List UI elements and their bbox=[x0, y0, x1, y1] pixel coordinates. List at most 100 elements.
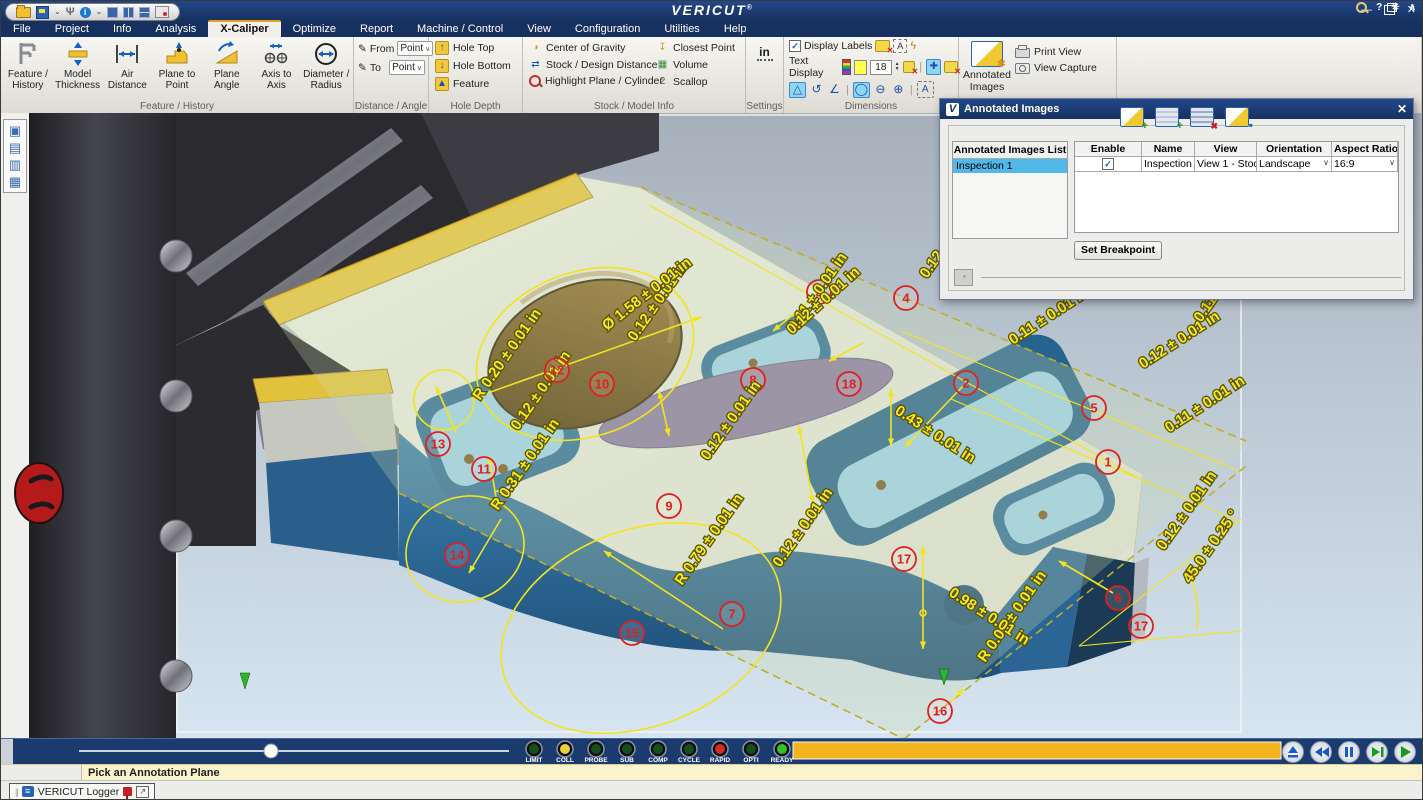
windows-icon[interactable]: ▣ bbox=[9, 124, 21, 137]
add-image-icon[interactable] bbox=[1120, 107, 1144, 127]
tab-optimize[interactable]: Optimize bbox=[281, 21, 348, 37]
ribbon-button-scallop[interactable]: 2Scallop bbox=[656, 75, 745, 88]
ribbon-button-air-distance[interactable]: AirDistance bbox=[102, 40, 152, 91]
vericut-logger-button[interactable]: || ≡ VERICUT Logger ↗ bbox=[9, 783, 155, 800]
pick-to-row[interactable]: ✎ To Point∨ bbox=[358, 60, 425, 75]
ribbon-button-model-thickness[interactable]: ModelThickness bbox=[53, 40, 103, 91]
preview-icon[interactable]: ◔ bbox=[954, 269, 973, 286]
list-item[interactable]: Inspection 1 bbox=[953, 159, 1067, 173]
text-color-strip[interactable] bbox=[842, 59, 850, 75]
collapse-ribbon-icon[interactable]: ∧ bbox=[1409, 2, 1416, 13]
to-type-select[interactable]: Point∨ bbox=[389, 60, 425, 75]
circle-dim-icon[interactable]: ◯ bbox=[853, 82, 870, 98]
svg-text:COMP: COMP bbox=[648, 757, 668, 764]
delete-labels-icon[interactable] bbox=[875, 40, 890, 52]
delete-dimension-icon[interactable] bbox=[944, 61, 958, 73]
view-capture-button[interactable]: View Capture bbox=[1015, 62, 1097, 74]
svg-text:17: 17 bbox=[1134, 619, 1148, 634]
eject-button[interactable] bbox=[1283, 742, 1304, 763]
ellipse-dim-icon[interactable]: ⊖ bbox=[873, 82, 888, 97]
ribbon-button-feature-history[interactable]: Feature /History bbox=[3, 40, 53, 91]
ribbon-button-feature[interactable]: ▲Feature bbox=[435, 77, 522, 91]
project-tree-icon[interactable]: ▤ bbox=[9, 141, 21, 154]
save-image-icon[interactable] bbox=[1225, 107, 1249, 127]
display-labels-checkbox[interactable]: ✓ bbox=[789, 40, 801, 52]
from-type-select[interactable]: Point∨ bbox=[397, 41, 433, 56]
ribbon-button-plane-angle[interactable]: PlaneAngle bbox=[202, 40, 252, 91]
open-external-icon[interactable]: ↗ bbox=[136, 786, 149, 798]
tab-utilities[interactable]: Utilities bbox=[652, 21, 711, 37]
annotated-images-button[interactable]: AnnotatedImages bbox=[959, 37, 1015, 93]
add-dimension-icon[interactable]: ✚ bbox=[926, 59, 941, 75]
ribbon-button-plane-to-point[interactable]: Plane toPoint bbox=[152, 40, 202, 91]
group-label: Stock / Model Info bbox=[523, 101, 745, 112]
play-button[interactable] bbox=[1395, 742, 1416, 763]
tab-configuration[interactable]: Configuration bbox=[563, 21, 652, 37]
viewport-mini-toolbar: ▣ ▤ ▥ ▦ bbox=[3, 119, 27, 193]
name-cell[interactable]: Inspection 1 V... bbox=[1142, 157, 1195, 172]
pause-button[interactable] bbox=[1339, 742, 1360, 763]
ribbon-button-volume[interactable]: ▦Volume bbox=[656, 58, 745, 71]
group-dimensions: ✓ Display Labels A ϟ Text Display 18 ▲▼ … bbox=[784, 37, 959, 113]
orientation-select[interactable]: Landscape∨ bbox=[1257, 157, 1332, 172]
tab-analysis[interactable]: Analysis bbox=[143, 21, 208, 37]
label-box-icon[interactable]: A bbox=[917, 81, 934, 98]
add-view-icon[interactable] bbox=[1155, 107, 1179, 127]
font-size-spinner[interactable]: ▲▼ bbox=[895, 62, 900, 72]
ribbon-button-closest-point[interactable]: ↧Closest Point bbox=[656, 41, 745, 54]
gear-icon[interactable]: ✳ bbox=[1391, 2, 1399, 13]
help-icon[interactable]: ? bbox=[1376, 2, 1382, 13]
ribbon-button-center-of-gravity[interactable]: ◑Center of Gravity bbox=[529, 41, 650, 54]
linear-dim-icon[interactable]: △ bbox=[789, 82, 806, 98]
table-row[interactable]: ✓ Inspection 1 V...View 1 - Stoc...Landsc… bbox=[1075, 157, 1398, 172]
pick-from-row[interactable]: ✎ From Point∨ bbox=[358, 41, 425, 56]
annotated-images-dialog[interactable]: V Annotated Images ✕ Annotated Images Li… bbox=[939, 98, 1414, 300]
search-icon[interactable] bbox=[1356, 2, 1367, 13]
font-size-input[interactable]: 18 bbox=[870, 60, 892, 75]
pin-icon[interactable] bbox=[123, 787, 132, 796]
report-icon[interactable]: ▥ bbox=[9, 158, 21, 171]
wand-icon[interactable]: ϟ bbox=[910, 40, 916, 52]
tab-project[interactable]: Project bbox=[43, 21, 101, 37]
plane-to-point-icon bbox=[152, 41, 202, 67]
auto-label-icon[interactable]: A bbox=[893, 39, 907, 53]
tab-x-caliper[interactable]: X-Caliper bbox=[208, 20, 280, 37]
ribbon-button-diameter-radius[interactable]: Diameter /Radius bbox=[301, 40, 351, 91]
led-cycle: CYCLE bbox=[678, 741, 701, 764]
angle-dim-icon[interactable]: ∠ bbox=[827, 82, 842, 97]
ribbon-button-axis-to-axis[interactable]: Axis toAxis bbox=[252, 40, 302, 91]
volume-icon: ▦ bbox=[656, 58, 669, 71]
tab-file[interactable]: File bbox=[1, 21, 43, 37]
enable-checkbox-cell[interactable]: ✓ bbox=[1075, 157, 1142, 172]
text-color-swatch[interactable] bbox=[854, 60, 868, 75]
aspect-ratio-select[interactable]: 16:9∨ bbox=[1332, 157, 1398, 172]
enable-checkbox[interactable]: ✓ bbox=[1102, 158, 1114, 170]
tab-report[interactable]: Report bbox=[348, 21, 405, 37]
tab-view[interactable]: View bbox=[515, 21, 563, 37]
label-settings-icon[interactable] bbox=[903, 61, 916, 73]
ribbon-button-stock-design-distance[interactable]: ⇄Stock / Design Distance bbox=[529, 58, 650, 71]
column-header: View bbox=[1195, 142, 1257, 157]
print-view-button[interactable]: Print View bbox=[1015, 45, 1097, 58]
step-button[interactable] bbox=[1367, 742, 1388, 763]
group-label: Hole Depth bbox=[429, 101, 522, 112]
ribbon-button-highlight-plane-cylinder[interactable]: Highlight Plane / Cylinder bbox=[529, 75, 650, 87]
led-limit: LIMIT bbox=[526, 741, 543, 764]
arc-dim-icon[interactable]: ↺ bbox=[809, 82, 824, 97]
delete-row-icon[interactable] bbox=[1190, 107, 1214, 127]
units-button[interactable]: in bbox=[757, 45, 773, 61]
tab-machine-control[interactable]: Machine / Control bbox=[405, 21, 515, 37]
group-settings: in Settings bbox=[746, 37, 784, 113]
ribbon-button-hole-bottom[interactable]: ↓Hole Bottom bbox=[435, 59, 522, 73]
set-breakpoint-button[interactable]: Set Breakpoint bbox=[1074, 241, 1162, 260]
tab-help[interactable]: Help bbox=[712, 21, 759, 37]
magnifier-icon bbox=[529, 75, 541, 87]
tab-info[interactable]: Info bbox=[101, 21, 143, 37]
point-dim-icon[interactable]: ⊕ bbox=[891, 82, 906, 97]
view-cell[interactable]: View 1 - Stoc... bbox=[1195, 157, 1257, 172]
progress-slider-thumb[interactable] bbox=[264, 744, 278, 758]
rewind-button[interactable] bbox=[1311, 742, 1332, 763]
ribbon-button-hole-top[interactable]: ↑Hole Top bbox=[435, 41, 522, 55]
dialog-close-icon[interactable]: ✕ bbox=[1397, 102, 1407, 116]
export-view-icon[interactable]: ▦ bbox=[9, 175, 21, 188]
